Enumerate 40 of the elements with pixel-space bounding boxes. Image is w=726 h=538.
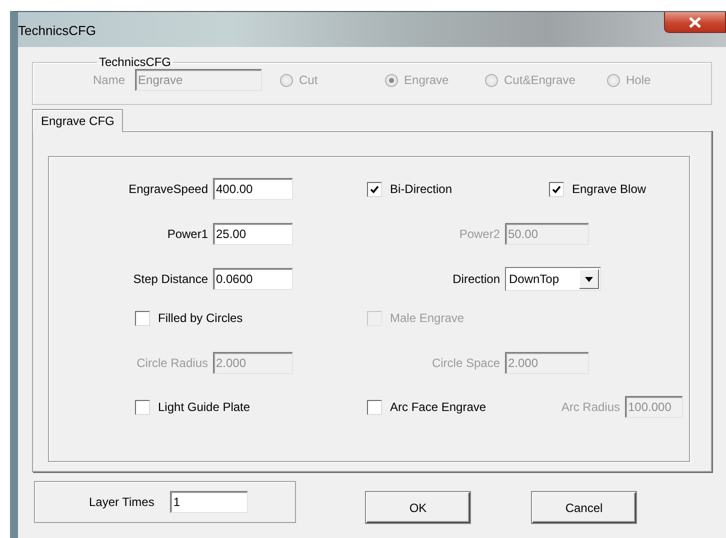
checkmark-icon: [370, 184, 379, 194]
dropdown-arrow-icon: [585, 276, 593, 282]
close-button[interactable]: [664, 12, 726, 33]
checkbox-label: Filled by Circles: [158, 311, 243, 325]
input-field[interactable]: 400.00: [213, 178, 293, 200]
close-icon: [689, 16, 701, 28]
field-label: Layer Times: [89, 494, 154, 508]
field-label: Step Distance: [133, 272, 208, 286]
checkbox-label: Engrave Blow: [572, 182, 646, 196]
radio-label: Hole: [626, 73, 651, 87]
checkbox-label: Light Guide Plate: [158, 400, 250, 414]
checkbox[interactable]: [135, 400, 150, 414]
checkbox[interactable]: [367, 400, 382, 414]
dialog-button[interactable]: OK: [366, 492, 470, 523]
radio-label: Cut: [299, 73, 318, 87]
group-title: TechnicsCFG: [98, 55, 172, 69]
field-label: Circle Space: [432, 356, 500, 370]
input-field[interactable]: 1: [170, 490, 248, 512]
input-field[interactable]: 0.0600: [213, 268, 293, 290]
checkbox[interactable]: [135, 310, 150, 326]
checkbox[interactable]: [549, 182, 564, 196]
field-label: Circle Radius: [136, 356, 208, 370]
input-field[interactable]: 25.00: [213, 223, 293, 245]
dropdown[interactable]: DownTop: [505, 267, 601, 291]
name-label: Name: [93, 73, 126, 87]
checkbox-label: Male Engrave: [390, 311, 464, 325]
radio-label: Cut&Engrave: [504, 73, 576, 87]
radio-label: Engrave: [404, 73, 449, 87]
checkbox-label: Arc Face Engrave: [390, 400, 486, 414]
dialog-button[interactable]: Cancel: [532, 492, 636, 523]
tab[interactable]: Engrave CFG: [32, 109, 124, 132]
checkbox[interactable]: [367, 182, 382, 196]
checkmark-icon: [552, 184, 561, 194]
checkbox-label: Bi-Direction: [390, 182, 452, 196]
field-label: Arc Radius: [561, 400, 620, 414]
field-label: Power2: [459, 227, 500, 241]
field-label: EngraveSpeed: [128, 182, 208, 196]
field-label: Power1: [167, 227, 208, 241]
window-title: TechnicsCFG: [18, 23, 96, 38]
field-label: Direction: [452, 272, 500, 286]
